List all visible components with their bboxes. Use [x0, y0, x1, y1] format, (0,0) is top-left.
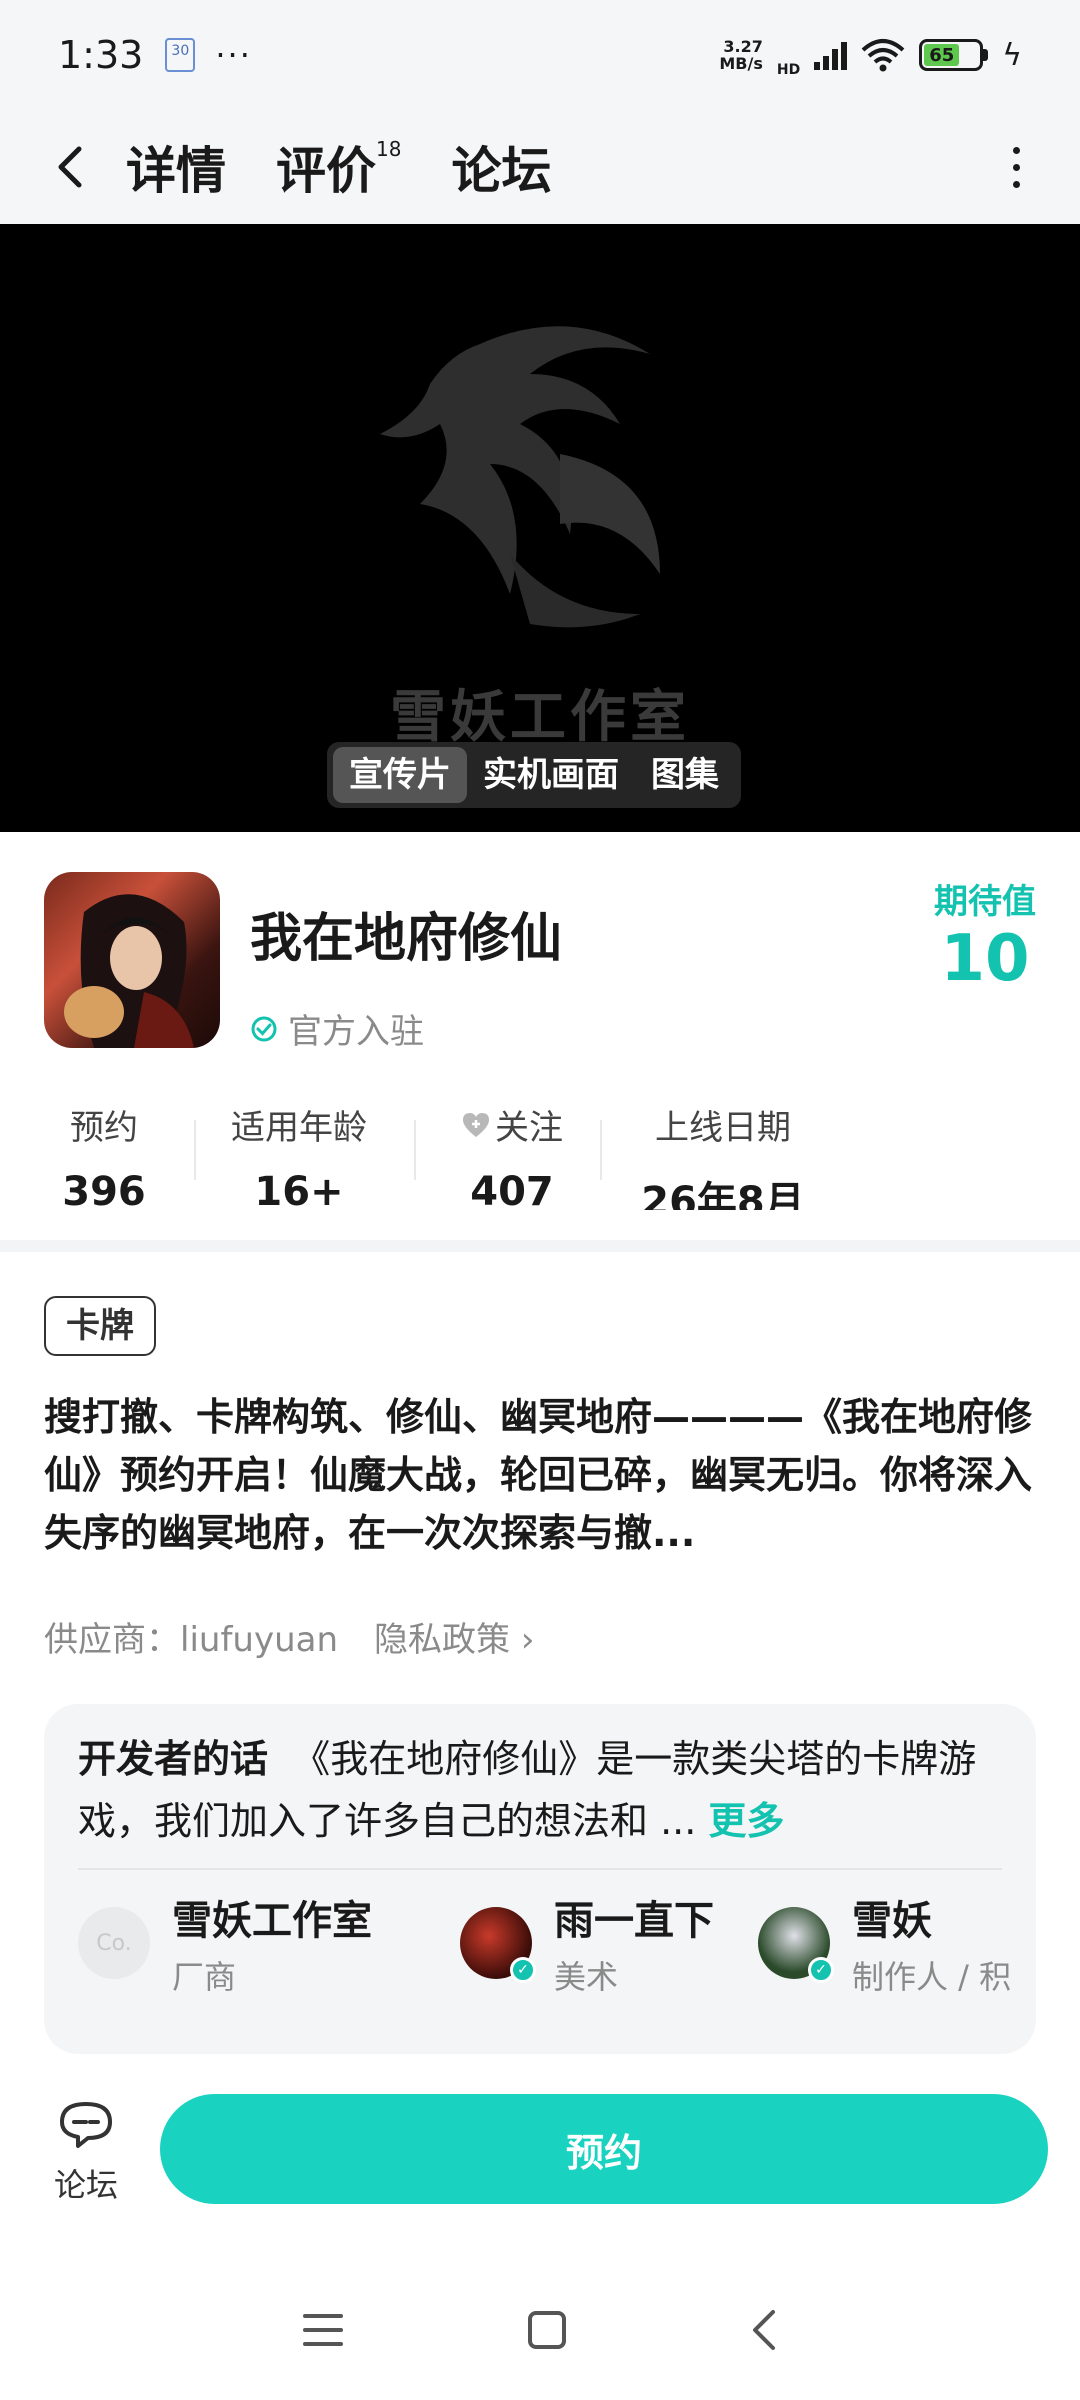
developer-notes-card[interactable]: 开发者的话 《我在地府修仙》是一款类尖塔的卡牌游戏，我们加入了许多自己的想法和 … — [44, 1704, 1036, 2054]
battery-icon: 65 — [919, 39, 989, 71]
verified-badge-icon: ✓ — [510, 1957, 536, 1983]
forum-chat-icon — [60, 2102, 112, 2148]
reserve-button[interactable]: 预约 — [160, 2094, 1048, 2204]
heart-plus-icon — [463, 1112, 489, 1137]
game-description[interactable]: 搜打撤、卡牌构筑、修仙、幽冥地府————《我在地府修仙》预约开启！仙魔大战，轮回… — [44, 1388, 1039, 1562]
verified-check-icon — [251, 1016, 277, 1041]
charging-icon: ϟ — [1002, 37, 1022, 73]
more-link[interactable]: 更多 — [708, 1799, 784, 1843]
stat-age-rating: 适用年龄 16+ — [231, 1108, 367, 1210]
supplier-row: 供应商：liufuyuan 隐私政策 › — [44, 1612, 534, 1661]
studio-watermark: 雪妖工作室 — [390, 685, 690, 750]
calendar-icon: 30 — [165, 38, 196, 72]
network-speed: 3.27 MB/s — [719, 37, 763, 73]
more-options-icon[interactable] — [996, 146, 1036, 188]
avatar: ✓ — [460, 1907, 536, 1983]
developer-people: Co. 雪妖工作室 厂商 ✓ 雨一直下 美术 ✓ 雪妖 制作人 / 积 — [78, 1888, 1011, 1998]
game-title: 我在地府修仙 — [250, 909, 563, 969]
video-media-tabs: 宣传片 实机画面 图集 — [327, 742, 741, 808]
stat-followers: 关注 407 — [452, 1100, 572, 1210]
game-icon — [44, 872, 220, 1048]
stat-launch-date: 上线日期 26年8月 — [641, 1108, 805, 1210]
hd-label: HD — [776, 62, 801, 78]
video-player[interactable]: 雪妖工作室 宣传片 实机画面 图集 — [0, 224, 1080, 832]
system-navigation-bar — [0, 2290, 1080, 2370]
media-tab-gallery[interactable]: 图集 — [635, 747, 735, 803]
studio-logo-icon — [380, 326, 660, 628]
tab-forum[interactable]: 论坛 — [451, 131, 551, 203]
stats-row: 预约 396 适用年龄 16+ 关注 407 上线日期 26年8月 — [44, 1100, 844, 1210]
media-tab-gameplay[interactable]: 实机画面 — [467, 747, 635, 803]
expectation-score: 期待值 10 — [934, 882, 1036, 996]
status-time: 1:33 — [58, 33, 144, 77]
tab-reviews[interactable]: 评价18 — [276, 131, 401, 203]
system-back-icon[interactable] — [749, 2308, 779, 2352]
person-studio[interactable]: Co. 雪妖工作室 厂商 — [78, 1888, 372, 1998]
wifi-icon — [861, 39, 905, 72]
back-arrow-icon — [58, 146, 82, 188]
home-icon[interactable] — [525, 2308, 569, 2352]
media-tab-trailer[interactable]: 宣传片 — [333, 747, 467, 803]
official-verified: 官方入驻 — [250, 1004, 424, 1053]
stat-reservations: 预约 396 — [62, 1108, 146, 1210]
person-artist[interactable]: ✓ 雨一直下 美术 — [460, 1888, 714, 1998]
genre-tag[interactable]: 卡牌 — [44, 1296, 156, 1356]
notification-dots-icon: ··· — [215, 36, 252, 74]
reviews-count: 18 — [376, 137, 402, 162]
tab-details[interactable]: 详情 — [122, 131, 230, 203]
forum-button[interactable]: 论坛 — [44, 2100, 128, 2206]
privacy-policy-link[interactable]: 隐私政策 › — [374, 1612, 534, 1661]
supplier-label: 供应商：liufuyuan — [44, 1620, 339, 1660]
signal-icon — [814, 40, 848, 70]
top-nav: 详情 评价18 论坛 — [0, 110, 1080, 224]
avatar: Co. — [78, 1907, 150, 1979]
status-bar: 1:33 30 ··· 3.27 MB/s HD 65 ϟ — [0, 0, 1080, 110]
avatar: ✓ — [758, 1907, 834, 1983]
battery-level: 65 — [924, 44, 960, 66]
verified-badge-icon: ✓ — [808, 1957, 834, 1983]
developer-notes: 开发者的话 《我在地府修仙》是一款类尖塔的卡牌游戏，我们加入了许多自己的想法和 … — [78, 1737, 977, 1843]
menu-icon[interactable] — [301, 2310, 345, 2350]
game-character-art-icon — [64, 894, 194, 1048]
section-divider — [0, 1240, 1080, 1252]
status-indicators: 3.27 MB/s HD 65 ϟ — [719, 32, 1022, 79]
back-button[interactable] — [44, 137, 94, 197]
person-producer[interactable]: ✓ 雪妖 制作人 / 积 — [758, 1888, 1011, 1998]
